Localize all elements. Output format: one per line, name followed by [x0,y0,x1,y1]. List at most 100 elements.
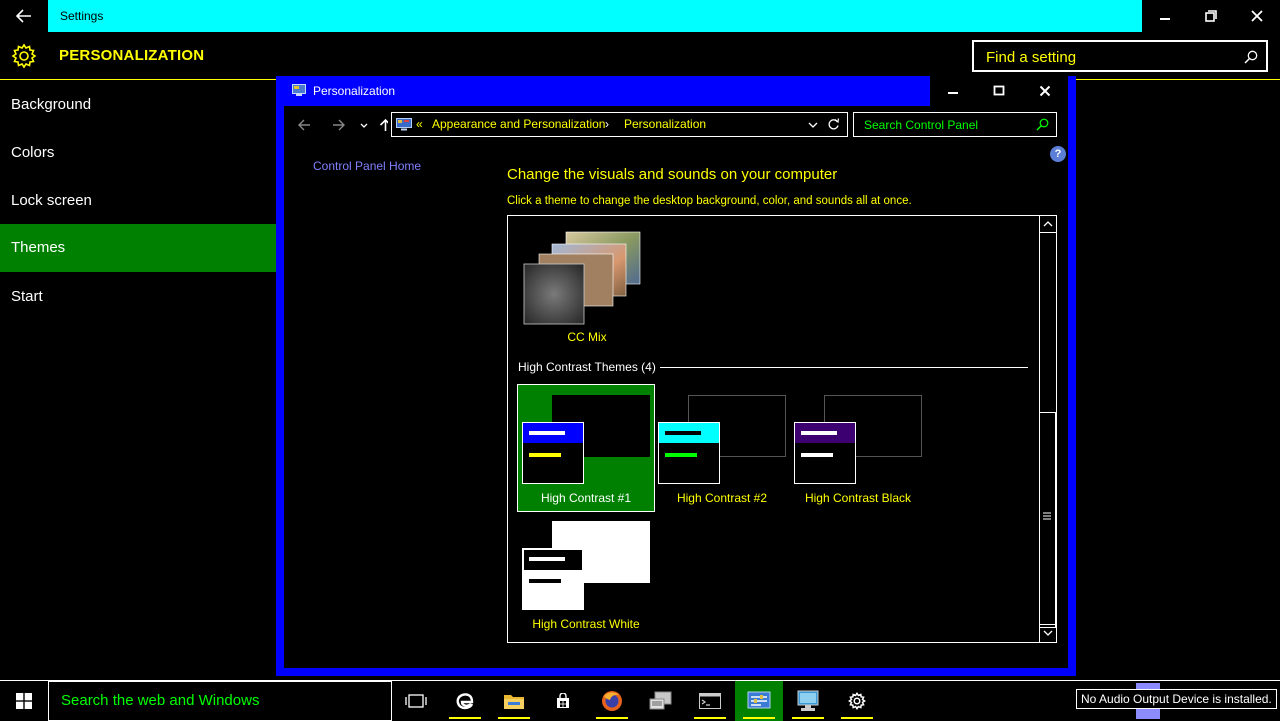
settings-button[interactable] [833,681,881,721]
cmd-button[interactable] [686,681,734,721]
scroll-up-button[interactable] [1040,216,1056,233]
find-setting-input[interactable] [984,46,1238,68]
minimize-button[interactable] [1142,0,1188,32]
task-view-icon [405,694,427,708]
control-panel-icon [396,118,412,131]
file-explorer-button[interactable] [490,681,538,721]
minimize-icon [948,92,958,94]
scroll-down-button[interactable] [1040,624,1056,641]
taskbar-search-text: Search the web and Windows [61,692,260,709]
settings-window-title: Settings [48,0,1142,32]
maximize-icon [993,85,1005,96]
control-panel-search-box[interactable] [853,112,1057,137]
hc1-window-preview [522,422,584,484]
personalization-window: Personalization « Appearance and Persona… [276,76,1076,676]
control-panel-search-input[interactable] [862,116,1036,134]
theme-cc-mix[interactable]: CC Mix [522,230,647,350]
help-icon[interactable]: ? [1050,146,1066,162]
group-label: High Contrast Themes (4) [518,360,656,374]
nav-item-start[interactable]: Start [0,273,276,321]
recent-dropdown-icon[interactable] [360,123,368,128]
theme-name: High Contrast Black [804,491,912,505]
cc-mix-preview [523,231,641,325]
breadcrumb-appearance[interactable]: Appearance and Personalization [432,117,605,131]
network-icon [797,690,819,711]
theme-name: High Contrast #2 [676,491,768,505]
file-explorer-icon [504,695,524,709]
page-heading: Change the visuals and sounds on your co… [507,166,838,183]
devices-button[interactable] [637,681,685,721]
back-arrow-icon[interactable] [298,119,310,131]
scroll-thumb[interactable] [1039,412,1056,628]
personalization-app-icon [292,84,306,96]
close-icon [1039,85,1051,97]
audio-tooltip: No Audio Output Device is installed. [1076,689,1277,709]
nav-arrows [298,118,388,132]
find-setting-box[interactable] [972,40,1268,72]
theme-high-contrast-black[interactable]: High Contrast Black [790,385,926,511]
address-bar[interactable]: « Appearance and Personalization › Perso… [391,112,848,137]
restore-button[interactable] [1188,0,1234,32]
cp-minimize-button[interactable] [930,76,976,106]
restore-icon [1205,10,1217,22]
control-panel-icon [747,691,771,709]
group-divider [660,367,1028,368]
theme-name: High Contrast White [532,617,640,631]
personalization-gear-icon [11,43,37,69]
chevron-down-icon [1043,630,1053,636]
network-button[interactable] [784,681,832,721]
cp-maximize-button[interactable] [976,76,1022,106]
forward-arrow-icon[interactable] [333,119,345,131]
hcw-window-preview [522,548,584,610]
search-icon[interactable] [1036,118,1049,131]
theme-high-contrast-white[interactable]: High Contrast White [518,511,654,637]
cmd-icon [699,693,721,709]
chevron-up-icon [1043,221,1053,227]
nav-item-background[interactable]: Background [0,81,276,129]
refresh-icon[interactable] [827,118,840,131]
firefox-button[interactable] [588,681,636,721]
close-button[interactable] [1234,0,1280,32]
breadcrumb-overflow[interactable]: « [416,117,423,131]
breadcrumb-separator: › [605,117,609,131]
devices-icon [649,691,672,710]
task-view-button[interactable] [392,681,440,721]
page-subheading: Click a theme to change the desktop back… [507,195,912,207]
taskbar-search-box[interactable]: Search the web and Windows [48,681,392,721]
control-panel-button[interactable] [735,681,783,721]
minimize-icon [1160,18,1170,20]
nav-item-lock-screen[interactable]: Lock screen [0,177,276,225]
firefox-icon [602,691,622,711]
chevron-down-icon[interactable] [808,121,818,129]
nav-item-themes[interactable]: Themes [0,224,276,272]
theme-list-scrollbar[interactable] [1039,216,1056,642]
hc2-window-preview [658,422,720,484]
grip-icon [1043,512,1051,520]
control-panel-home-link[interactable]: Control Panel Home [313,159,421,173]
theme-high-contrast-2[interactable]: High Contrast #2 [654,385,790,511]
edge-icon [456,693,474,710]
hcb-window-preview [794,422,856,484]
back-button[interactable] [0,0,48,32]
theme-name: CC Mix [567,330,607,344]
personalization-title-bar: Personalization [276,76,930,106]
close-icon [1251,10,1263,22]
settings-title-bar: Settings [0,0,1280,32]
control-panel-content: « Appearance and Personalization › Perso… [284,106,1068,668]
page-title: PERSONALIZATION [59,47,205,64]
theme-list: CC Mix High Contrast Themes (4) High Con… [507,215,1057,643]
search-icon[interactable] [1244,50,1258,64]
cp-close-button[interactable] [1022,76,1068,106]
edge-button[interactable] [441,681,489,721]
breadcrumb-personalization[interactable]: Personalization [624,117,706,131]
store-button[interactable] [539,681,587,721]
windows-logo-icon [16,693,32,709]
back-arrow-icon [16,9,31,23]
start-button[interactable] [0,681,48,721]
up-arrow-icon[interactable] [379,118,389,131]
nav-item-colors[interactable]: Colors [0,129,276,177]
store-icon [557,693,569,708]
settings-gear-icon [848,692,866,710]
theme-high-contrast-1[interactable]: High Contrast #1 [517,384,655,512]
personalization-window-title: Personalization [313,84,396,98]
